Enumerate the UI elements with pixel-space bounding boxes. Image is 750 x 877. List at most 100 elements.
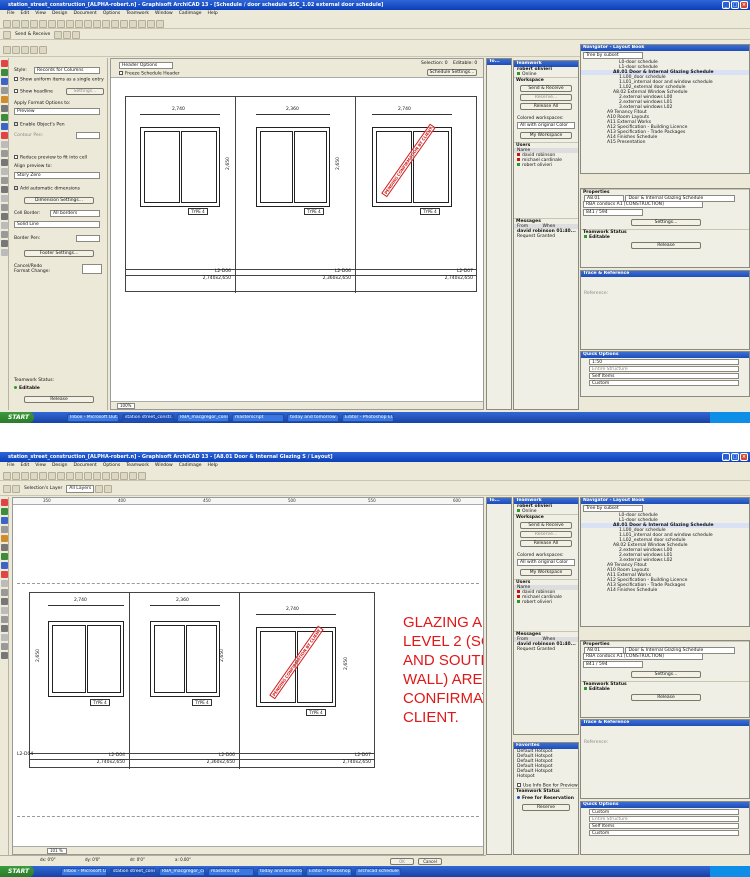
pen-icon[interactable] [120, 471, 128, 480]
mesh-tool-icon[interactable] [1, 562, 8, 569]
tree-item[interactable]: A15 Presentation [581, 140, 749, 145]
menu-file[interactable]: File [7, 10, 15, 18]
layer-settings-icon[interactable] [95, 484, 104, 493]
zoom-field[interactable]: 101 % [47, 848, 67, 854]
navigator-settings-button[interactable]: Settings... [631, 671, 701, 678]
my-workspace-button[interactable]: My Workspace [520, 569, 572, 576]
navigator-release-button[interactable]: Release [631, 242, 701, 249]
navigator-release-button[interactable]: Release [631, 694, 701, 701]
quick-option-custom[interactable]: Custom [589, 830, 739, 836]
wall-tool-icon[interactable] [1, 60, 8, 67]
minimize-icon[interactable]: _ [722, 453, 730, 461]
teamwork-icon[interactable] [3, 30, 11, 39]
tree-by-select[interactable]: Tree by subset [583, 52, 643, 59]
menu-options[interactable]: Options [103, 462, 120, 470]
snap-icon[interactable] [138, 19, 146, 28]
favorites-reserve-button[interactable]: Reserve [522, 804, 570, 811]
reserve-button[interactable]: Reserve... [520, 94, 572, 101]
line-tool-icon[interactable] [1, 195, 8, 202]
footer-settings-button[interactable]: Footer Settings... [24, 250, 94, 257]
zone-tool-icon[interactable] [1, 132, 8, 139]
quick-option-structure[interactable]: Entire Structure [589, 816, 739, 822]
quick-option-structure[interactable]: Entire Structure [589, 366, 739, 372]
send-receive-button[interactable]: Send & Receive [520, 522, 572, 529]
maximize-icon[interactable]: □ [731, 453, 739, 461]
cut-icon[interactable] [39, 19, 47, 28]
menu-edit[interactable]: Edit [21, 10, 30, 18]
column-tool-icon[interactable] [1, 526, 8, 533]
add-dimensions-checkbox[interactable]: Add automatic dimensions [14, 186, 80, 193]
header-options-select[interactable]: Header Options [119, 62, 173, 69]
pen-icon[interactable] [120, 19, 128, 28]
undo-icon[interactable] [66, 19, 74, 28]
menu-window[interactable]: Window [155, 462, 173, 470]
taskbar-item-active[interactable]: station street_constr... [122, 413, 174, 422]
redo-icon[interactable] [75, 19, 83, 28]
menu-help[interactable]: Help [208, 462, 218, 470]
label-tool-icon[interactable] [1, 616, 8, 623]
menu-cadimage[interactable]: Cadimage [179, 10, 202, 18]
taskbar-item[interactable]: Editor - Photoshop El... [306, 867, 352, 876]
layer-icon[interactable] [111, 19, 119, 28]
save-icon[interactable] [21, 471, 29, 480]
dimension-tool-icon[interactable] [1, 159, 8, 166]
menu-document[interactable]: Document [73, 10, 96, 18]
line-tool-icon[interactable] [1, 634, 8, 641]
object-tool-icon[interactable] [1, 580, 8, 587]
menu-design[interactable]: Design [52, 10, 68, 18]
quick-option-scale[interactable]: Custom [589, 809, 739, 815]
zoom-icon[interactable] [84, 19, 92, 28]
taskbar-item[interactable]: Editor - Photoshop El... [342, 413, 394, 422]
quick-option-custom[interactable]: Custom [589, 380, 739, 386]
snap-icon[interactable] [138, 471, 146, 480]
style-select[interactable]: Records for Columns [34, 67, 100, 74]
dimension-settings-button[interactable]: Dimension Settings... [24, 197, 94, 204]
fill-tool-icon[interactable] [1, 625, 8, 632]
door-tool-icon[interactable] [1, 69, 8, 76]
align-select[interactable]: Story Zero [14, 172, 100, 179]
send-receive-button[interactable]: Send & Receive [12, 32, 53, 37]
release-all-button[interactable]: Release All [520, 540, 572, 547]
polyline-tool-icon[interactable] [1, 652, 8, 659]
tree-by-select[interactable]: Tree by subset [583, 505, 643, 512]
fit-icon[interactable] [102, 19, 110, 28]
text-tool-icon[interactable] [1, 168, 8, 175]
workspace-section[interactable]: Workspace [514, 77, 578, 83]
horizontal-scrollbar[interactable]: 100% [111, 401, 483, 409]
favorites-teamwork-section[interactable]: Teamwork Status [514, 788, 578, 794]
pointer-icon[interactable] [39, 45, 47, 54]
system-tray[interactable] [710, 412, 750, 423]
wall-tool-icon[interactable] [1, 499, 8, 506]
open-icon[interactable] [12, 19, 20, 28]
favorite-item[interactable]: Hotspot [514, 774, 578, 779]
freeze-header-checkbox[interactable]: Freeze Schedule Header [119, 71, 180, 77]
menu-cadimage[interactable]: Cadimage [179, 462, 202, 470]
label-tool-icon[interactable] [1, 177, 8, 184]
reserve-button[interactable]: Reserve... [520, 531, 572, 538]
window-tool-icon[interactable] [1, 78, 8, 85]
taskbar-item[interactable]: masterscript [232, 413, 284, 422]
horizontal-scrollbar[interactable]: 101 % [13, 846, 483, 854]
zone-tool-icon[interactable] [1, 571, 8, 578]
reserve-icon[interactable] [54, 30, 63, 39]
stair-tool-icon[interactable] [1, 150, 8, 157]
grid-icon[interactable] [129, 471, 137, 480]
marquee-icon[interactable] [12, 45, 20, 54]
pointer-icon[interactable] [104, 484, 113, 493]
undo-redo-arrows[interactable] [82, 264, 102, 274]
start-button[interactable]: START [0, 866, 34, 877]
cut-icon[interactable] [39, 471, 47, 480]
line-type-select[interactable]: Solid Line [14, 221, 100, 228]
show-uniform-checkbox[interactable]: Show uniform items as a single entry [14, 77, 104, 84]
render-icon[interactable] [156, 19, 164, 28]
apply-format-select[interactable]: Preview [14, 108, 100, 115]
arc-tool-icon[interactable] [1, 204, 8, 211]
grid-icon[interactable] [129, 19, 137, 28]
object-tool-icon[interactable] [1, 141, 8, 148]
taskbar-item[interactable]: Inbox - Microsoft Out... [61, 867, 107, 876]
menu-window[interactable]: Window [155, 10, 173, 18]
headline-settings-button[interactable]: Settings... [66, 88, 104, 95]
undo-icon[interactable] [66, 471, 74, 480]
cancel-button[interactable]: Cancel [418, 858, 442, 865]
property-master[interactable]: RBA condocs A1 [CONSTRUCTION] [583, 201, 703, 208]
